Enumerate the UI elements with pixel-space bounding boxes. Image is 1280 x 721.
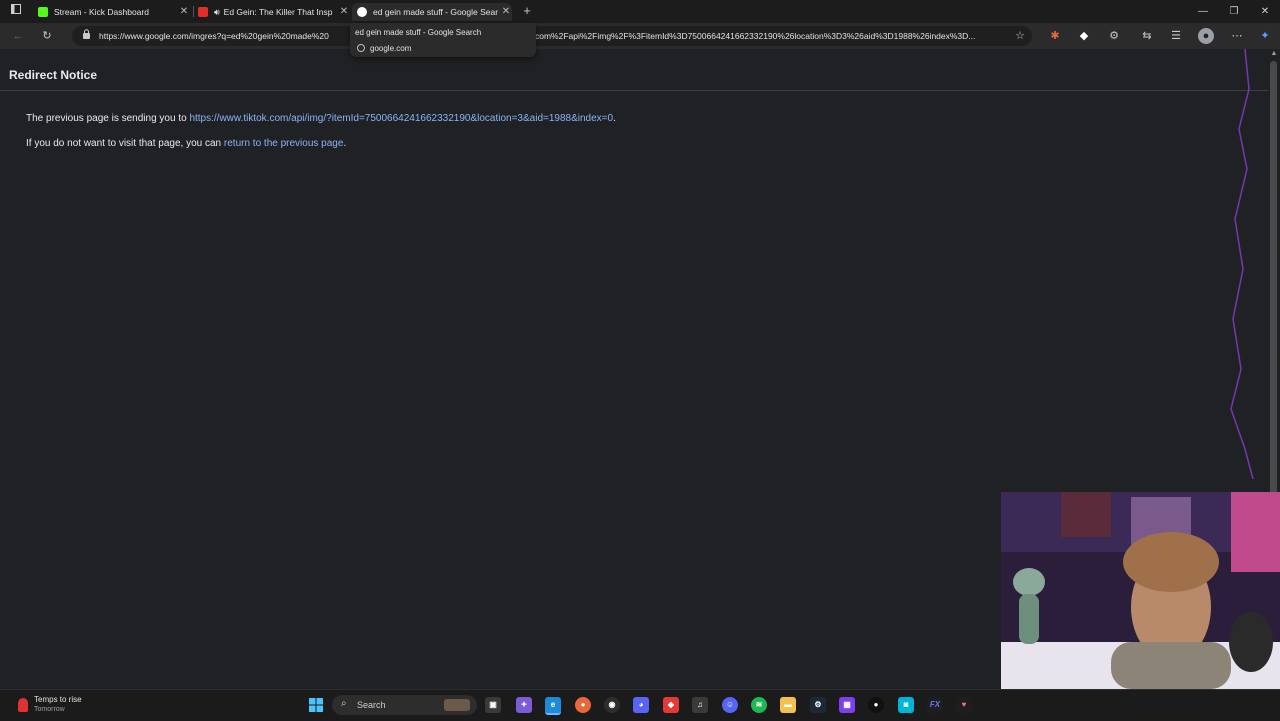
reload-icon[interactable]: ↻ (39, 28, 55, 44)
redirect-message: The previous page is sending you to http… (26, 113, 616, 124)
tab-hover-card: ed gein made stuff - Google Search googl… (350, 23, 536, 57)
audio-playing-icon[interactable]: 🔊︎ (214, 7, 220, 18)
return-previous-link[interactable]: return to the previous page (224, 138, 344, 149)
music-app-icon[interactable]: ♫ (692, 697, 708, 713)
extensions-puzzle-icon[interactable]: ⚙ (1106, 28, 1122, 44)
firefox-icon[interactable]: ● (575, 697, 591, 713)
fx-app-icon[interactable]: FX (927, 697, 943, 713)
app-cyan-icon[interactable]: ◙ (898, 697, 914, 713)
webcam-feed-image (1001, 492, 1280, 689)
tab-title: Stream - Kick Dashboard (54, 7, 149, 17)
return-message: If you do not want to visit that page, y… (26, 138, 346, 149)
stream-overlay-glow (1230, 49, 1254, 479)
edge-browser-icon[interactable]: e (545, 697, 561, 715)
taskbar-search-placeholder: Search (357, 700, 386, 710)
close-window-icon[interactable]: ✕ (1250, 0, 1280, 23)
google-icon (357, 44, 365, 52)
profile-avatar[interactable]: ● (1198, 28, 1214, 44)
new-tab-button[interactable]: + (519, 3, 535, 19)
copilot-icon[interactable]: ✦ (1257, 28, 1273, 44)
return-prefix: If you do not want to visit that page, y… (26, 138, 224, 149)
more-menu-icon[interactable]: ⋯ (1229, 28, 1245, 44)
scroll-up-icon[interactable]: ▲ (1268, 49, 1280, 59)
webcam-overlay (1001, 492, 1280, 689)
app-icon[interactable]: ◕ (633, 697, 649, 713)
extension-diamond-icon[interactable]: ◆ (1076, 28, 1092, 44)
weather-thermometer-icon (18, 698, 28, 712)
redirect-suffix: . (613, 113, 616, 124)
tab-separator (193, 6, 194, 17)
page-header: Redirect Notice (0, 58, 1268, 91)
file-explorer-icon[interactable]: ▬ (780, 697, 796, 713)
start-button[interactable] (308, 697, 324, 713)
tab-title: ed gein made stuff - Google Sear (373, 7, 499, 17)
close-tab-icon[interactable]: ✕ (178, 3, 190, 21)
split-screen-icon[interactable]: ⇆ (1139, 28, 1155, 44)
copilot-app-icon[interactable]: ✦ (516, 697, 532, 713)
windows-taskbar: Temps to rise Tomorrow ⌕ Search ▣ ✦ e ● … (0, 689, 1280, 721)
search-highlight-image (444, 699, 470, 711)
spotify-icon[interactable]: ≋ (751, 697, 767, 713)
weather-widget-subtitle: Tomorrow (34, 706, 65, 713)
close-tab-icon[interactable]: ✕ (500, 3, 512, 21)
return-suffix: . (343, 138, 347, 149)
steam-icon[interactable]: ⚙ (810, 697, 826, 713)
clapper-app-icon[interactable]: ▦ (839, 697, 855, 713)
search-icon: ⌕ (341, 698, 347, 709)
close-tab-icon[interactable]: ✕ (338, 3, 350, 21)
tab-title: Ed Gein: The Killer That Insp (223, 7, 333, 17)
minimize-icon[interactable]: — (1188, 0, 1218, 23)
back-icon[interactable]: ← (10, 28, 26, 44)
extension-icon[interactable]: ✱ (1047, 28, 1063, 44)
tab-google-search[interactable]: ed gein made stuff - Google Sear ✕ (352, 3, 512, 21)
app-red-icon[interactable]: ◆ (663, 697, 679, 713)
tab-actions-icon[interactable] (8, 3, 24, 19)
site-info-icon[interactable] (78, 28, 94, 44)
task-view-icon[interactable]: ▣ (485, 697, 501, 713)
url-text-tail: com%2Fapi%2Fimg%2F%3FitemId%3D7500664241… (535, 31, 976, 41)
tab-ed-gein-video[interactable]: 🔊︎ Ed Gein: The Killer That Insp ✕ (198, 3, 350, 21)
discord-icon[interactable]: ☺ (722, 697, 738, 713)
app-pin-icon[interactable]: ♥ (956, 697, 972, 713)
restore-icon[interactable]: ❐ (1219, 0, 1249, 23)
tab-kick-dashboard[interactable]: Stream - Kick Dashboard ✕ (38, 3, 190, 21)
youtube-icon (198, 7, 208, 17)
tab-strip: Stream - Kick Dashboard ✕ 🔊︎ Ed Gein: Th… (0, 0, 1280, 23)
address-bar[interactable]: https://www.google.com/imgres?q=ed%20gei… (72, 26, 1032, 46)
hover-card-title: ed gein made stuff - Google Search (355, 28, 482, 37)
page-title: Redirect Notice (9, 68, 98, 82)
browser-toolbar: ← ↻ https://www.google.com/imgres?q=ed%2… (0, 23, 1280, 49)
obs-icon[interactable]: ◉ (604, 697, 620, 713)
url-text: https://www.google.com/imgres?q=ed%20gei… (99, 31, 329, 41)
google-icon (357, 7, 367, 17)
redirect-target-link[interactable]: https://www.tiktok.com/api/img/?itemId=7… (189, 113, 613, 124)
weather-widget-title[interactable]: Temps to rise (34, 695, 82, 704)
hover-card-domain: google.com (370, 44, 412, 53)
favorite-star-icon[interactable]: ☆ (1012, 28, 1028, 44)
kick-icon (38, 7, 48, 17)
app-dark-icon[interactable]: ● (868, 697, 884, 713)
favorites-icon[interactable]: ☰ (1168, 28, 1184, 44)
taskbar-search[interactable]: ⌕ Search (332, 695, 477, 715)
redirect-prefix: The previous page is sending you to (26, 113, 190, 124)
